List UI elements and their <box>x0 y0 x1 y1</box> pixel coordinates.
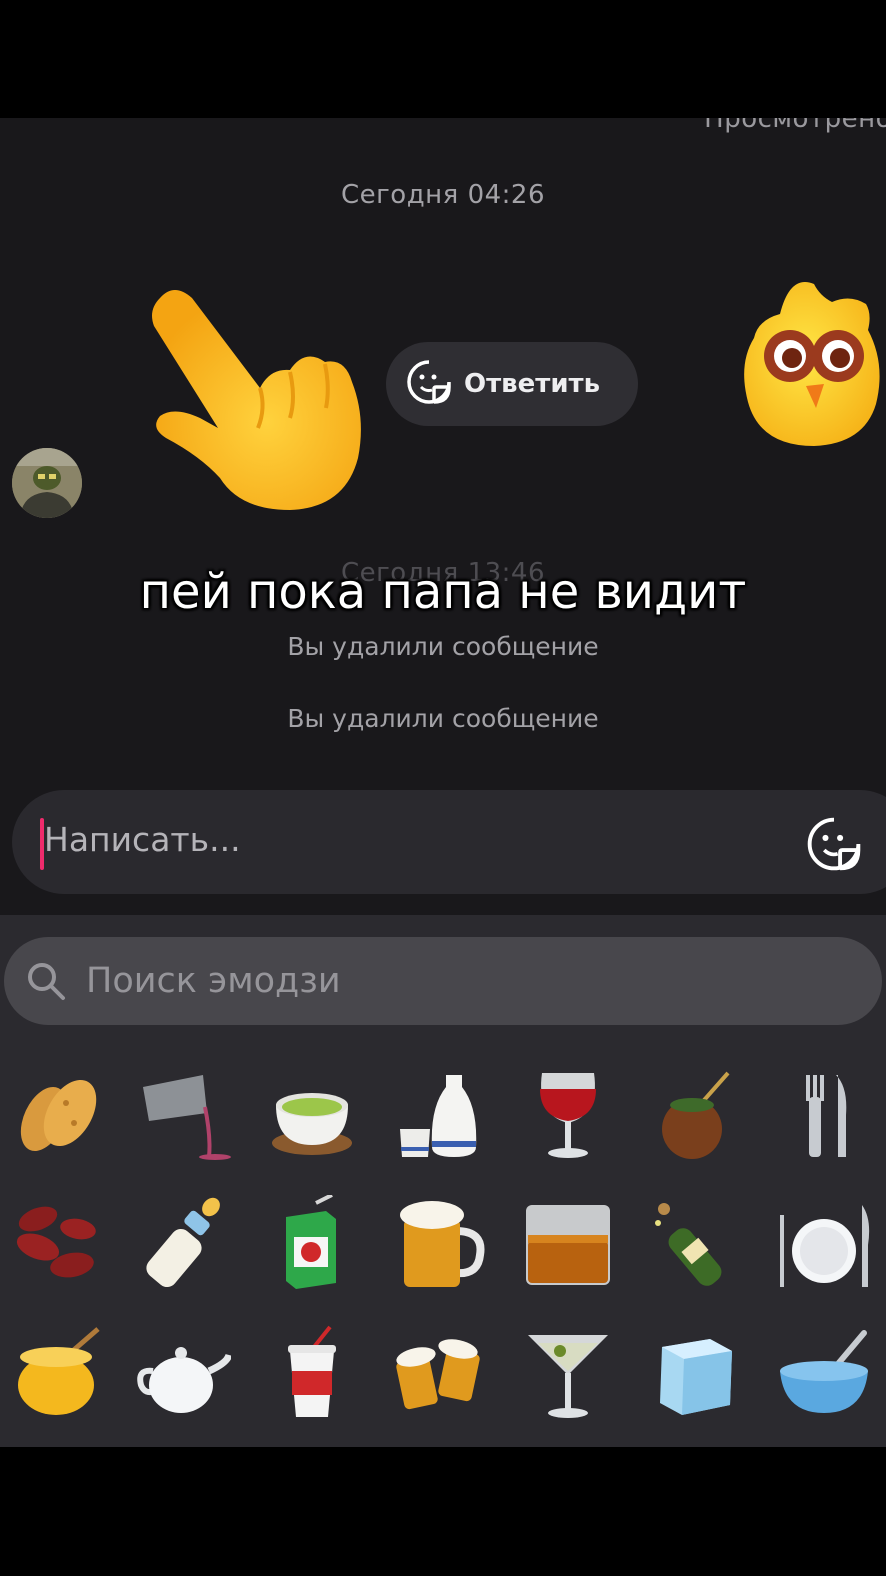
cocktail-glass-emoji[interactable] <box>518 1323 618 1423</box>
beverage-box-emoji[interactable] <box>262 1193 362 1293</box>
pointing-hand-sticker[interactable] <box>140 278 370 513</box>
seen-status: Просмотрено <box>704 118 886 134</box>
yellow-chick-sticker[interactable] <box>740 274 886 450</box>
emoji-search-placeholder: Поиск эмодзи <box>86 961 341 1001</box>
honey-pot-emoji[interactable] <box>6 1323 106 1423</box>
sticker-icon[interactable] <box>806 816 862 872</box>
fork-knife-plate-emoji[interactable] <box>774 1193 874 1293</box>
sake-emoji[interactable] <box>390 1065 490 1165</box>
avatar[interactable] <box>12 448 82 518</box>
message-input[interactable]: Написать... <box>12 790 886 894</box>
emoji-search-field[interactable]: Поиск эмодзи <box>4 937 882 1025</box>
teacup-emoji[interactable] <box>262 1065 362 1165</box>
video-subtitle: пей пока папа не видит <box>139 564 747 620</box>
cup-with-straw-emoji[interactable] <box>262 1323 362 1423</box>
pouring-liquid-emoji[interactable] <box>133 1065 233 1165</box>
emoji-keyboard: Поиск эмодзи <box>0 915 886 1447</box>
clinking-beer-mugs-emoji[interactable] <box>390 1323 490 1423</box>
search-icon <box>26 961 66 1001</box>
timestamp: Сегодня 04:26 <box>340 180 546 210</box>
reply-button[interactable]: Ответить <box>386 342 638 426</box>
peanuts-emoji[interactable] <box>6 1065 106 1165</box>
bowl-with-spoon-emoji[interactable] <box>774 1323 874 1423</box>
beans-emoji[interactable] <box>6 1193 106 1293</box>
mate-emoji[interactable] <box>646 1065 746 1165</box>
chat-area: Просмотрено Сегодня 04:26 Ответить Сегод… <box>0 118 886 915</box>
deleted-message-notice: Вы удалили сообщение <box>287 704 599 733</box>
ice-emoji[interactable] <box>646 1323 746 1423</box>
teapot-emoji[interactable] <box>133 1323 233 1423</box>
tumbler-glass-emoji[interactable] <box>518 1193 618 1293</box>
wine-glass-emoji[interactable] <box>518 1065 618 1165</box>
fork-and-knife-emoji[interactable] <box>774 1065 874 1165</box>
message-placeholder: Написать... <box>44 820 241 859</box>
sticker-face-icon <box>406 359 452 409</box>
beer-mug-emoji[interactable] <box>390 1193 490 1293</box>
deleted-message-notice: Вы удалили сообщение <box>287 632 599 661</box>
baby-bottle-emoji[interactable] <box>133 1193 233 1293</box>
reply-label: Ответить <box>464 369 601 399</box>
champagne-emoji[interactable] <box>646 1193 746 1293</box>
